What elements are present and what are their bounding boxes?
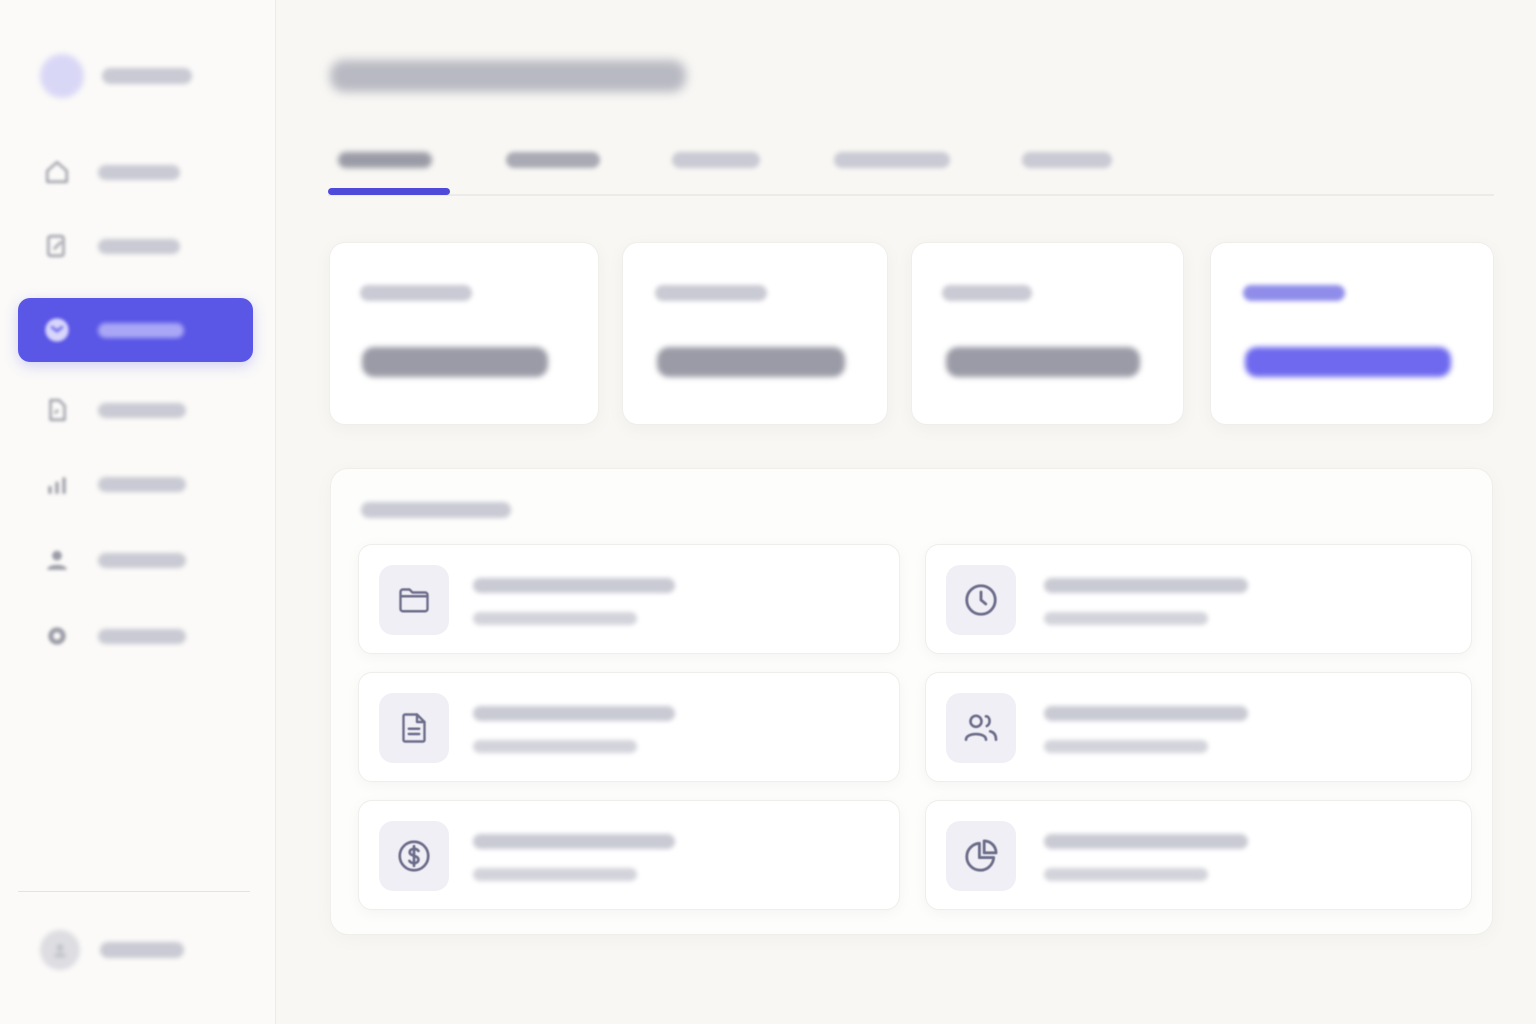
- sidebar-item-label-placeholder: [98, 476, 186, 492]
- tile-clock[interactable]: [925, 544, 1472, 654]
- sidebar-item-home[interactable]: [18, 140, 253, 204]
- tab-3[interactable]: [672, 152, 760, 168]
- bar-chart-icon: [42, 469, 72, 499]
- sidebar: [0, 0, 276, 1024]
- page-title-placeholder: [330, 60, 686, 92]
- sidebar-item-edit[interactable]: [18, 214, 253, 278]
- avatar: [40, 930, 80, 970]
- brand-name-placeholder: [102, 68, 192, 84]
- sidebar-divider: [18, 891, 250, 892]
- home-icon: [42, 157, 72, 187]
- clock-icon: [946, 565, 1016, 635]
- sidebar-item-label-placeholder: [98, 322, 184, 338]
- sidebar-item-active[interactable]: [18, 298, 253, 362]
- tile-analytics[interactable]: [925, 800, 1472, 910]
- stat-label-placeholder: [655, 285, 767, 301]
- tile-users[interactable]: [925, 672, 1472, 782]
- tile-title-placeholder: [473, 706, 675, 721]
- inbox-icon: [42, 315, 72, 345]
- brand[interactable]: [40, 54, 192, 98]
- tile-title-placeholder: [473, 834, 675, 849]
- document-icon: [379, 693, 449, 763]
- sidebar-item-label-placeholder: [98, 552, 186, 568]
- sidebar-item-label-placeholder: [98, 164, 180, 180]
- sidebar-item-reports[interactable]: [18, 452, 253, 516]
- user-icon: [42, 545, 72, 575]
- tab-1[interactable]: [338, 152, 432, 168]
- sidebar-item-label-placeholder: [98, 628, 186, 644]
- tile-title-placeholder: [1044, 706, 1248, 721]
- stat-value-placeholder: [946, 347, 1140, 377]
- stat-value-placeholder: [657, 347, 845, 377]
- stat-card: [329, 242, 599, 425]
- tab-bar: [328, 140, 1494, 196]
- tile-title-placeholder: [1044, 578, 1248, 593]
- dollar-icon: [379, 821, 449, 891]
- panel-title-placeholder: [361, 502, 511, 518]
- stat-label-placeholder: [1243, 285, 1345, 301]
- pie-chart-icon: [946, 821, 1016, 891]
- tile-subtitle-placeholder: [473, 868, 637, 881]
- tile-subtitle-placeholder: [1044, 740, 1208, 753]
- stat-card: [911, 242, 1184, 425]
- sidebar-item-label-placeholder: [98, 402, 186, 418]
- tile-subtitle-placeholder: [1044, 612, 1208, 625]
- tile-subtitle-placeholder: [473, 612, 637, 625]
- tile-subtitle-placeholder: [1044, 868, 1208, 881]
- user-name-placeholder: [100, 942, 184, 958]
- active-tab-indicator: [328, 188, 450, 195]
- sidebar-item-documents[interactable]: [18, 378, 253, 442]
- document-icon: [42, 395, 72, 425]
- tile-subtitle-placeholder: [473, 740, 637, 753]
- tab-4[interactable]: [834, 152, 950, 168]
- sidebar-item-label-placeholder: [98, 238, 180, 254]
- tile-title-placeholder: [1044, 834, 1248, 849]
- stat-label-placeholder: [942, 285, 1032, 301]
- users-icon: [946, 693, 1016, 763]
- edit-document-icon: [42, 231, 72, 261]
- tab-2[interactable]: [506, 152, 600, 168]
- stat-card: [622, 242, 888, 425]
- sidebar-item-profile[interactable]: [18, 528, 253, 592]
- tile-folder[interactable]: [358, 544, 900, 654]
- tile-billing[interactable]: [358, 800, 900, 910]
- stat-card-highlighted: [1210, 242, 1494, 425]
- sidebar-item-settings[interactable]: [18, 604, 253, 668]
- folder-icon: [379, 565, 449, 635]
- stat-value-placeholder: [362, 347, 548, 377]
- tile-document[interactable]: [358, 672, 900, 782]
- stat-value-placeholder: [1245, 347, 1451, 377]
- brand-logo: [40, 54, 84, 98]
- user-profile-button[interactable]: [40, 930, 184, 970]
- quick-links-panel: [330, 468, 1493, 935]
- gear-icon: [42, 621, 72, 651]
- tab-5[interactable]: [1022, 152, 1112, 168]
- tile-title-placeholder: [473, 578, 675, 593]
- stat-label-placeholder: [360, 285, 472, 301]
